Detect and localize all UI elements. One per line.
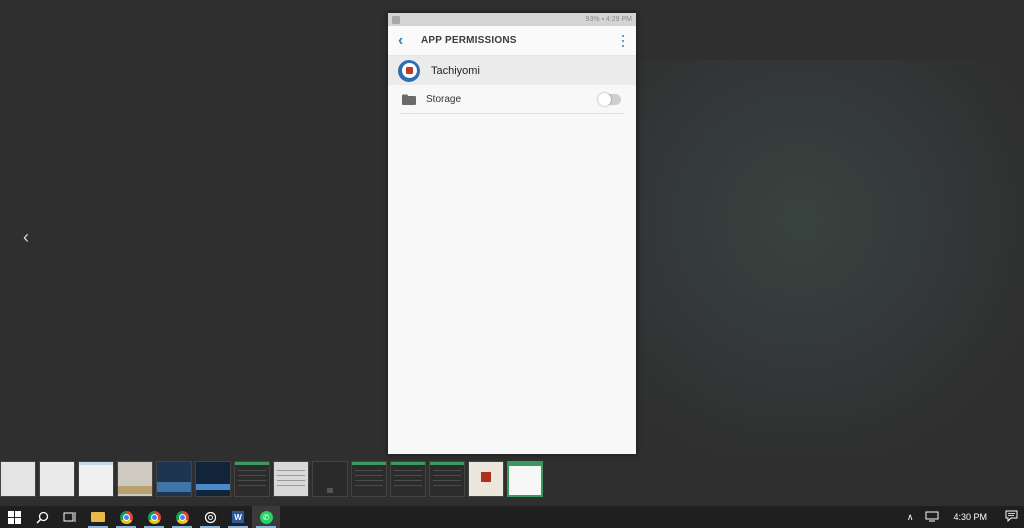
windows-icon	[7, 510, 21, 524]
start-button[interactable]	[0, 506, 28, 528]
word-icon: W	[232, 511, 244, 523]
task-thumbnail[interactable]	[390, 461, 426, 497]
chrome-icon	[175, 510, 189, 524]
notifications-icon[interactable]	[999, 510, 1024, 524]
page-title: APP PERMISSIONS	[421, 35, 517, 46]
task-thumbnail[interactable]	[78, 461, 114, 497]
search-button[interactable]	[28, 506, 56, 528]
clock[interactable]: 4:30 PM	[945, 512, 999, 522]
status-bar: 93% ▪ 4:29 PM	[388, 13, 636, 26]
taskbar: W ✆ ∧ 4:30 PM	[0, 506, 1024, 528]
app-bar: ‹ APP PERMISSIONS	[388, 26, 636, 56]
back-arrow-icon[interactable]: ‹	[398, 32, 412, 48]
task-thumbnail[interactable]	[273, 461, 309, 497]
whatsapp-button[interactable]: ✆	[252, 506, 280, 528]
tachiyomi-app-icon	[398, 59, 420, 82]
more-options-icon[interactable]	[618, 34, 628, 48]
network-icon[interactable]	[919, 511, 945, 524]
toggle-knob	[598, 92, 611, 106]
desktop: ‹ 93% ▪ 4:29 PM ‹ APP PERMISSIONS Tachiy…	[0, 0, 1024, 528]
notification-icon	[392, 15, 400, 24]
word-button[interactable]: W	[224, 506, 252, 528]
background-window	[640, 60, 1024, 460]
chrome-button[interactable]	[140, 506, 168, 528]
task-thumbnail[interactable]	[195, 461, 231, 497]
chrome-button[interactable]	[168, 506, 196, 528]
chevron-left-icon[interactable]: ‹	[16, 226, 36, 248]
task-thumbnail[interactable]	[39, 461, 75, 497]
chrome-icon	[119, 510, 133, 524]
chrome-icon	[147, 510, 161, 524]
folder-icon	[402, 94, 416, 105]
whatsapp-icon: ✆	[259, 510, 273, 524]
task-thumbnail-active[interactable]	[507, 461, 543, 497]
task-thumbnail[interactable]	[351, 461, 387, 497]
task-thumbnail[interactable]	[117, 461, 153, 497]
storage-toggle[interactable]	[598, 92, 621, 106]
chevron-up-icon[interactable]: ∧	[901, 512, 920, 523]
phone-screen: 93% ▪ 4:29 PM ‹ APP PERMISSIONS Tachiyom…	[388, 13, 636, 454]
openai-icon	[204, 511, 216, 523]
system-tray: ∧ 4:30 PM	[901, 506, 1024, 528]
app-name: Tachiyomi	[431, 64, 480, 77]
task-thumbnail[interactable]	[468, 461, 504, 497]
file-explorer-button[interactable]	[84, 506, 112, 528]
openai-button[interactable]	[196, 506, 224, 528]
search-icon	[35, 511, 48, 524]
task-switcher-strip	[0, 461, 543, 499]
permission-row-storage[interactable]: Storage	[400, 85, 624, 114]
file-explorer-icon	[91, 512, 105, 522]
task-thumbnail[interactable]	[234, 461, 270, 497]
status-right: 93% ▪ 4:29 PM	[586, 16, 632, 23]
task-thumbnail[interactable]	[429, 461, 465, 497]
task-view-button[interactable]	[56, 506, 84, 528]
app-header-row: Tachiyomi	[388, 56, 636, 85]
permission-label: Storage	[426, 93, 462, 105]
task-thumbnail[interactable]	[312, 461, 348, 497]
task-thumbnail[interactable]	[0, 461, 36, 497]
task-view-icon	[63, 512, 76, 522]
status-text: 93% ▪ 4:29 PM	[585, 16, 632, 23]
chrome-button[interactable]	[112, 506, 140, 528]
task-thumbnail[interactable]	[156, 461, 192, 497]
